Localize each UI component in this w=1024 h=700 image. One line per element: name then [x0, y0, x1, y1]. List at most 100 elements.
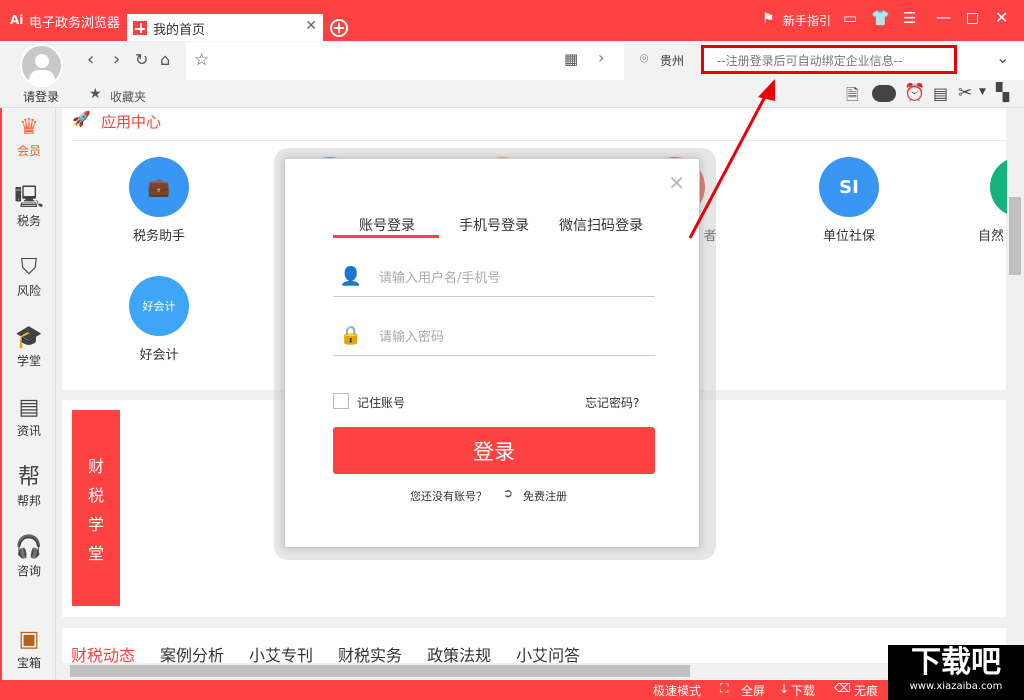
- register-link[interactable]: 免费注册: [523, 488, 567, 504]
- apps-grid-icon[interactable]: ▚: [996, 83, 1009, 103]
- tab-wechat-login[interactable]: 微信扫码登录: [559, 215, 643, 235]
- app-label: 自然: [978, 229, 1005, 244]
- forward-icon[interactable]: ›: [113, 49, 120, 70]
- maximize-icon[interactable]: [967, 13, 978, 24]
- sidebar-item-treasure[interactable]: ▣ 宝箱: [2, 626, 56, 671]
- search-doc-icon[interactable]: 🗎: [846, 84, 859, 111]
- treasure-chest-icon: ▣: [18, 627, 40, 652]
- help-icon: 帮: [17, 465, 40, 490]
- no-account-text: 您还没有账号？: [410, 490, 487, 503]
- menu-icon[interactable]: ☰: [903, 9, 916, 27]
- chevron-right-icon[interactable]: ›: [598, 48, 604, 67]
- remember-checkbox[interactable]: [333, 393, 349, 409]
- download-icon: ↓: [779, 682, 790, 696]
- toolbar: 请登录 ‹ › ↻ ⌂ ☆ ▦ › ⌾ 贵州 --注册登录后可自动绑定企业信息-…: [0, 41, 1024, 108]
- graduation-cap-icon: 🎓: [15, 325, 43, 350]
- sidebar-label: 会员: [16, 144, 41, 158]
- flag-icon: ⚑: [762, 11, 775, 27]
- tab-account-login[interactable]: 账号登录: [359, 215, 415, 235]
- login-link[interactable]: 请登录: [23, 88, 59, 105]
- alarm-clock-icon[interactable]: ⏰: [904, 83, 925, 103]
- app-tax-assistant[interactable]: 💼 税务助手: [104, 157, 214, 244]
- sidebar-item-vip[interactable]: ♛ 会员: [2, 114, 56, 159]
- sidebar-label: 资讯: [16, 424, 41, 438]
- briefcase-icon: 💼: [129, 157, 189, 217]
- location-label[interactable]: 贵州: [660, 52, 684, 69]
- title-bar: Ai 电子政务浏览器 我的首页 ✕ + ⚑ 新手指引 ▭ 👕 ☰ — ✕: [0, 0, 1024, 41]
- status-bar: 极速模式 ⛶ 全屏 ↓ 下载 ⌫ 无痕: [0, 680, 1024, 700]
- home-tab-icon: [133, 21, 147, 35]
- fullscreen-button[interactable]: 全屏: [741, 682, 765, 699]
- sidebar-item-news[interactable]: ▤ 资讯: [2, 394, 56, 439]
- message-icon[interactable]: ▭: [843, 9, 857, 27]
- sidebar-label: 帮邦: [16, 494, 41, 508]
- annotation-arrow-head: [758, 79, 775, 101]
- forgot-password-link[interactable]: 忘记密码?: [585, 394, 639, 411]
- sidebar-label: 咨询: [16, 564, 41, 578]
- download-button[interactable]: 下载: [791, 682, 815, 699]
- school-char: 税: [87, 486, 104, 505]
- school-char: 堂: [87, 544, 104, 563]
- minimize-icon[interactable]: —: [936, 8, 951, 26]
- calculator-icon[interactable]: ▤: [933, 84, 948, 103]
- dropdown-icon[interactable]: ▼: [979, 87, 986, 97]
- sidebar-item-school[interactable]: 🎓 学堂: [2, 324, 56, 369]
- app-label: 税务助手: [132, 229, 185, 244]
- bookmark-star-icon[interactable]: ☆: [194, 50, 209, 70]
- sidebar-item-help[interactable]: 帮帮邦: [2, 464, 56, 509]
- horizontal-scroll-thumb[interactable]: [70, 665, 690, 677]
- annotation-arrow: [688, 79, 775, 239]
- headset-icon: 🎧: [15, 535, 43, 560]
- close-tab-icon[interactable]: ✕: [305, 18, 317, 34]
- remember-label[interactable]: 记住账号: [357, 394, 405, 411]
- qr-code-icon[interactable]: ▦: [564, 50, 578, 68]
- social-security-icon: SI: [819, 157, 879, 217]
- sidebar: ♛ 会员 🖳 税务 ⛉ 风险 🎓 学堂 ▤ 资讯 帮帮邦 🎧 咨询 ▣ 宝箱: [0, 108, 56, 680]
- watermark-logo: 下载吧 www.xiazaiba.com: [888, 645, 1024, 700]
- scissors-icon[interactable]: ✂: [958, 83, 972, 103]
- horizontal-scrollbar[interactable]: [57, 663, 1007, 679]
- avatar[interactable]: [20, 44, 63, 87]
- sidebar-item-risk[interactable]: ⛉ 风险: [2, 254, 56, 299]
- address-bar[interactable]: ☆ ▦ ›: [186, 42, 624, 80]
- vertical-scroll-thumb[interactable]: [1009, 197, 1021, 275]
- back-icon[interactable]: ‹: [87, 49, 94, 70]
- vertical-scrollbar[interactable]: [1007, 108, 1024, 680]
- tax-cloud-icon[interactable]: [872, 85, 896, 102]
- password-input[interactable]: 🔒 请输入密码: [333, 316, 655, 356]
- home-icon[interactable]: ⌂: [160, 50, 170, 69]
- refresh-icon[interactable]: ↻: [135, 50, 148, 69]
- skin-shirt-icon[interactable]: 👕: [871, 9, 890, 27]
- close-window-icon[interactable]: ✕: [995, 8, 1008, 27]
- app-label: 单位社保: [822, 229, 875, 244]
- guide-button[interactable]: 新手指引: [783, 12, 831, 29]
- vip-crown-icon: ♛: [19, 115, 39, 140]
- school-char: 财: [87, 457, 104, 476]
- username-input[interactable]: 👤 请输入用户名/手机号: [333, 257, 655, 297]
- app-natural[interactable]: 自然: [952, 157, 1012, 244]
- sidebar-item-tax[interactable]: 🖳 税务: [2, 184, 56, 229]
- active-tab-indicator: [333, 235, 439, 238]
- eraser-icon: ⌫: [834, 681, 851, 695]
- app-hao-kuaiji[interactable]: 好会计 好会计: [104, 276, 214, 363]
- hao-kuaiji-logo-icon: 好会计: [129, 276, 189, 336]
- app-social-security[interactable]: SI 单位社保: [794, 157, 904, 244]
- login-button[interactable]: 登录: [333, 427, 655, 474]
- school-char: 学: [87, 515, 104, 534]
- new-tab-icon[interactable]: +: [330, 19, 348, 37]
- chevron-down-icon[interactable]: ⌄: [996, 48, 1009, 67]
- lock-icon: 🔒: [339, 325, 363, 346]
- arrow-circle-icon: ➲: [503, 486, 514, 500]
- sidebar-label: 风险: [16, 284, 41, 298]
- favorites-link[interactable]: 收藏夹: [110, 88, 146, 105]
- incognito-button[interactable]: 无痕: [854, 682, 878, 699]
- speed-mode-button[interactable]: 极速模式: [653, 682, 701, 699]
- enterprise-field[interactable]: --注册登录后可自动绑定企业信息--: [701, 45, 957, 74]
- sidebar-label: 宝箱: [16, 656, 41, 670]
- tab-home[interactable]: 我的首页 ✕: [127, 14, 323, 41]
- app-name: 电子政务浏览器: [29, 16, 121, 31]
- tax-monitor-icon: 🖳: [14, 185, 44, 210]
- tab-phone-login[interactable]: 手机号登录: [459, 215, 529, 235]
- sidebar-item-consult[interactable]: 🎧 咨询: [2, 534, 56, 579]
- school-banner[interactable]: 财税学堂: [72, 410, 120, 606]
